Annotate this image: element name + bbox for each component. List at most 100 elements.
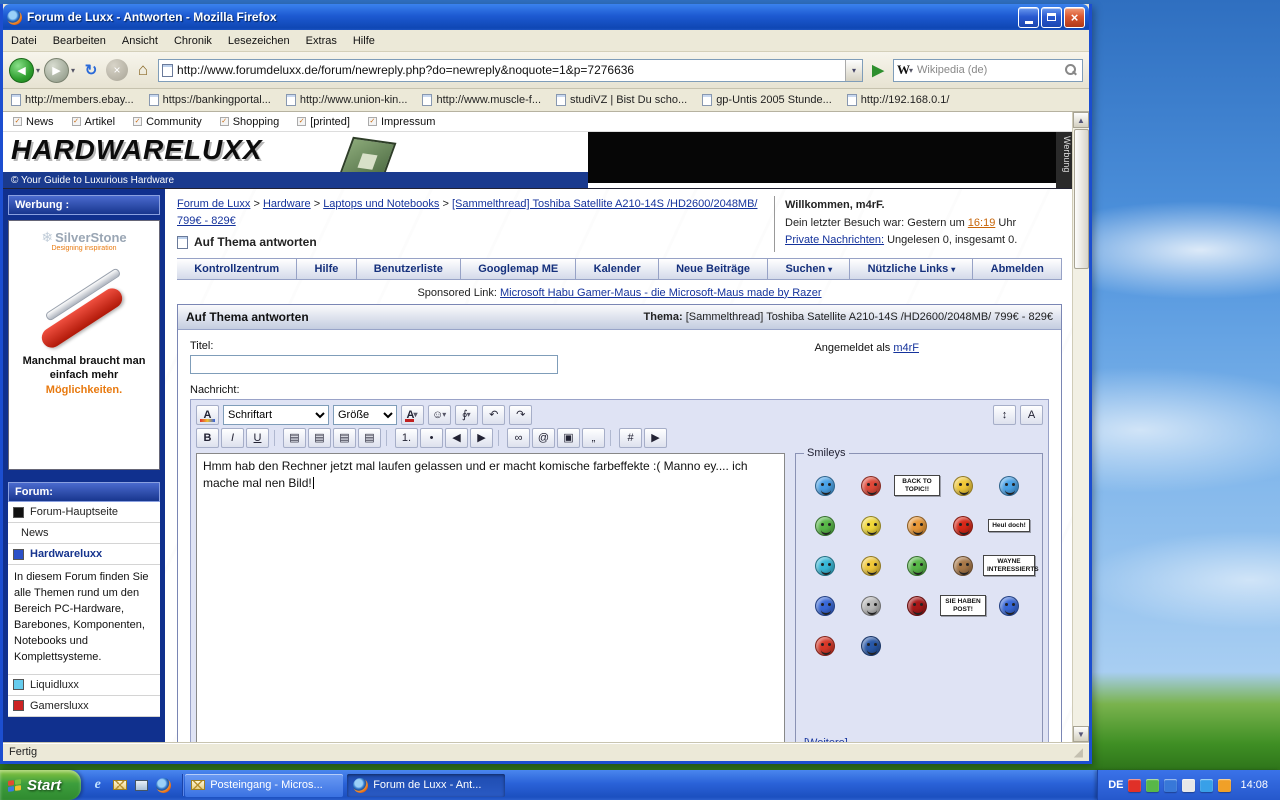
vertical-scrollbar[interactable]: ▲ ▼ [1072, 112, 1089, 742]
forum-nav-button[interactable]: Hilfe [297, 257, 357, 280]
smiley-thumbs-icon[interactable] [802, 506, 848, 546]
scrollbar-thumb[interactable] [1073, 129, 1089, 269]
site-link[interactable]: ✓ News [13, 116, 54, 128]
private-messages-link[interactable]: Private Nachrichten: [785, 234, 884, 246]
bookmark-item[interactable]: http://192.168.0.1/ [846, 94, 949, 106]
sponsored-link[interactable]: Microsoft Habu Gamer-Maus - die Microsof… [500, 287, 822, 299]
bold-button[interactable]: B [196, 427, 219, 448]
smiley-blue-icon[interactable] [802, 466, 848, 506]
menu-item[interactable]: Hilfe [353, 35, 375, 47]
italic-button[interactable]: I [221, 427, 244, 448]
silverstone-ad[interactable]: ❄ SilverStone Designing inspiration Manch… [8, 220, 160, 470]
smiley-fish-icon[interactable] [802, 546, 848, 586]
menu-item[interactable]: Chronik [174, 35, 212, 47]
hardwareluxx-logo[interactable]: HARDWARELUXX [11, 134, 263, 166]
site-link[interactable]: ✓ [printed] [297, 116, 350, 128]
align-center-button[interactable]: ▤ [308, 427, 331, 448]
font-select[interactable]: Schriftart [223, 404, 329, 425]
taskbar-task[interactable]: Posteingang - Micros... [185, 773, 344, 797]
username-link[interactable]: m4rF [893, 342, 919, 354]
search-icon[interactable] [1065, 64, 1077, 76]
antivirus-icon[interactable] [1128, 778, 1142, 792]
firefox-icon[interactable]: e [155, 777, 172, 794]
forum-nav-button[interactable]: Neue Beiträge [658, 257, 769, 280]
menu-item[interactable]: Ansicht [122, 35, 158, 47]
editor-mode-button[interactable]: A [1020, 404, 1043, 425]
breadcrumb-link[interactable]: Hardware [263, 198, 311, 210]
align-justify-button[interactable]: ▤ [358, 427, 381, 448]
outdent-button[interactable]: ◀ [445, 427, 468, 448]
messenger-icon[interactable] [1200, 778, 1214, 792]
forum-nav-button[interactable]: Abmelden [973, 257, 1063, 280]
reload-button[interactable]: ↻ [79, 58, 103, 82]
smiley-globe-icon[interactable] [848, 626, 894, 666]
show-desktop-icon[interactable]: e [133, 777, 150, 794]
insert-video-button[interactable]: ▶ [644, 427, 667, 448]
smilies-dropdown-button[interactable]: ☺ ▾ [428, 404, 452, 425]
insert-image-button[interactable]: ▣ [557, 427, 580, 448]
smiley-ball-grey-icon[interactable] [848, 586, 894, 626]
start-button[interactable]: Start [0, 770, 82, 800]
insert-link-button[interactable]: ∞ [507, 427, 530, 448]
search-engine-dropdown-icon[interactable]: ▾ [909, 66, 913, 75]
menu-item[interactable]: Datei [11, 35, 37, 47]
smiley-green-icon[interactable] [894, 546, 940, 586]
smiley-heul-doch-icon[interactable]: Heul doch! [986, 506, 1032, 546]
breadcrumb-link[interactable]: Forum de Luxx [177, 198, 250, 210]
menu-item[interactable]: Bearbeiten [53, 35, 106, 47]
back-button[interactable]: ◀ [9, 57, 34, 83]
smiley-yellow-icon[interactable] [940, 466, 986, 506]
remove-format-button[interactable]: A [196, 404, 219, 425]
network-icon[interactable] [1164, 778, 1178, 792]
forum-nav-button[interactable]: Nützliche Links ▾ [850, 257, 974, 280]
smiley-laugh-icon[interactable] [848, 546, 894, 586]
breadcrumb-link[interactable]: Laptops und Notebooks [323, 198, 439, 210]
code-button[interactable]: # [619, 427, 642, 448]
indent-button[interactable]: ▶ [470, 427, 493, 448]
smiley-flagge-icon[interactable] [986, 586, 1032, 626]
sidebar-item-forum-hauptseite[interactable]: Forum-Hauptseite [8, 502, 160, 523]
bookmark-item[interactable]: http://members.ebay... [11, 94, 134, 106]
forum-nav-button[interactable]: Googlemap ME [461, 257, 577, 280]
message-textarea[interactable]: Hmm hab den Rechner jetzt mal laufen gel… [196, 452, 785, 742]
align-right-button[interactable]: ▤ [333, 427, 356, 448]
update-icon[interactable] [1146, 778, 1160, 792]
forum-nav-button[interactable]: Suchen ▾ [768, 257, 851, 280]
smiley-santa-icon[interactable] [848, 466, 894, 506]
smiley-cowboy-icon[interactable] [940, 546, 986, 586]
smiley-devil-icon[interactable] [894, 586, 940, 626]
bookmark-item[interactable]: http://www.muscle-f... [422, 94, 541, 106]
unordered-list-button[interactable]: • [420, 427, 443, 448]
align-left-button[interactable]: ▤ [283, 427, 306, 448]
bookmark-item[interactable]: studiVZ | Bist Du scho... [556, 94, 687, 106]
volume-icon[interactable] [1182, 778, 1196, 792]
url-input[interactable] [173, 63, 845, 77]
minimize-button[interactable] [1018, 6, 1039, 28]
back-dropdown-icon[interactable]: ▾ [36, 66, 40, 75]
site-link[interactable]: ✓ Impressum [367, 116, 435, 128]
smiley-back-to-topic-icon[interactable]: BACK TO TOPIC!! [894, 466, 940, 506]
ordered-list-button[interactable]: 1. [395, 427, 418, 448]
sidebar-item-news[interactable]: News [8, 523, 160, 544]
smiley-sie-haben-post-icon[interactable]: SIE HABEN POST! [940, 586, 986, 626]
search-input[interactable] [914, 64, 1065, 76]
bookmark-item[interactable]: http://www.union-kin... [285, 94, 407, 106]
weitere-link[interactable]: [Weitere] [804, 737, 848, 742]
banner-ad[interactable] [588, 132, 1056, 183]
bookmark-item[interactable]: gp-Untis 2005 Stunde... [702, 94, 832, 106]
internet-explorer-icon[interactable]: e [89, 777, 106, 794]
scroll-up-button[interactable]: ▲ [1073, 112, 1089, 128]
maximize-button[interactable] [1041, 6, 1062, 28]
sidebar-item-gamersluxx[interactable]: Gamersluxx [8, 695, 160, 717]
stop-button[interactable]: × [106, 59, 129, 81]
font-color-button[interactable]: A ▾ [401, 404, 424, 425]
resize-grip-icon[interactable]: ◢ [1074, 745, 1083, 759]
bookmark-item[interactable]: https://bankingportal... [148, 94, 271, 106]
smiley-angry-icon[interactable] [940, 506, 986, 546]
url-dropdown-button[interactable]: ▾ [845, 59, 862, 81]
site-link[interactable]: ✓ Artikel [71, 116, 115, 128]
outlook-icon[interactable]: e [111, 777, 128, 794]
title-bar[interactable]: Forum de Luxx - Antworten - Mozilla Fire… [3, 4, 1089, 30]
smiley-red-icon[interactable] [802, 626, 848, 666]
editor-resize-button[interactable]: ↕ [993, 404, 1016, 425]
